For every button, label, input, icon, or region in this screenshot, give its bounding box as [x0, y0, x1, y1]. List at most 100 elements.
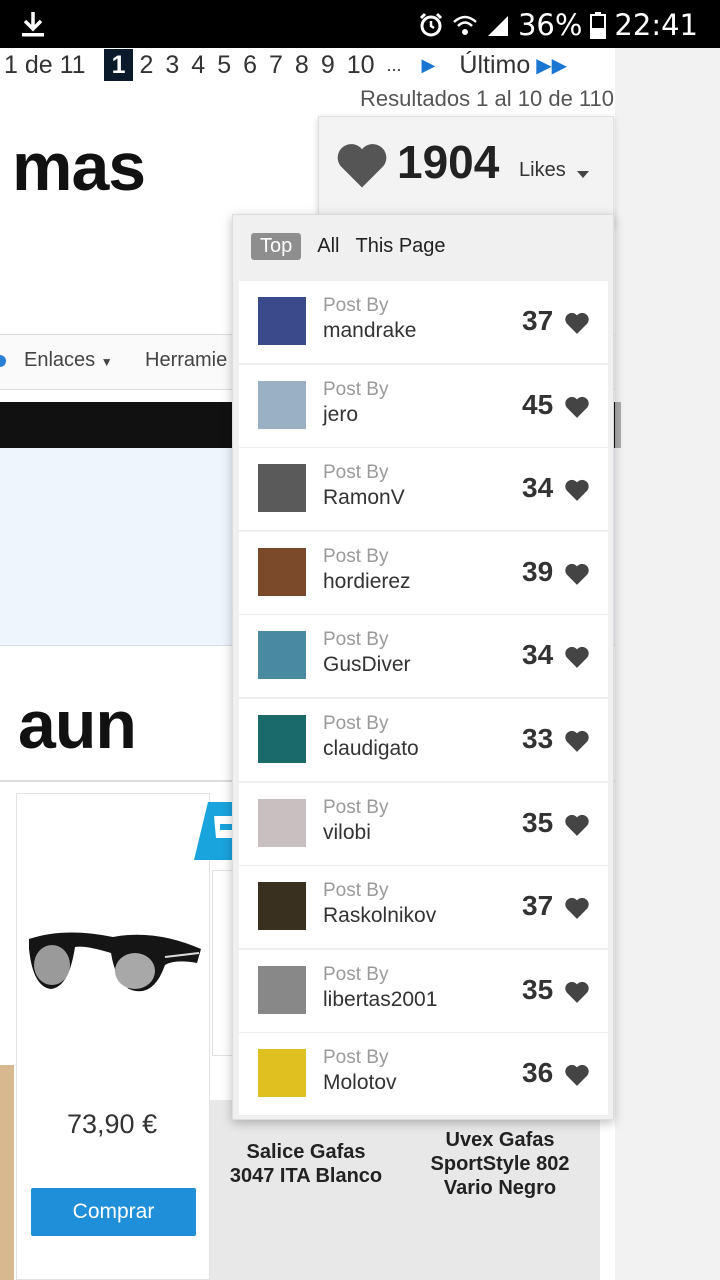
username[interactable]: Raskolnikov: [323, 904, 436, 928]
likes-tabs: Top All This Page: [251, 231, 446, 261]
tab-this-page[interactable]: This Page: [355, 235, 445, 258]
signal-icon: [487, 16, 508, 36]
like-count: 37: [522, 890, 554, 922]
like-count: 39: [522, 555, 554, 587]
likes-list-item[interactable]: Post By GusDiver 34: [239, 615, 608, 699]
pagination-summary: 1 de 11: [4, 51, 86, 79]
buy-button[interactable]: Comprar: [31, 1188, 196, 1236]
page-link[interactable]: 9: [315, 49, 341, 81]
side-image: [0, 1065, 14, 1280]
likes-list-item[interactable]: Post By RamonV 34: [239, 448, 608, 532]
username[interactable]: Molotov: [323, 1071, 397, 1095]
username[interactable]: RamonV: [323, 486, 405, 510]
like-count: 33: [522, 722, 554, 754]
nav-tools-menu[interactable]: Herramie: [145, 349, 227, 372]
avatar[interactable]: [258, 380, 306, 429]
tab-all[interactable]: All: [317, 235, 339, 258]
username[interactable]: mandrake: [323, 319, 416, 343]
product-price: 73,90 €: [67, 1109, 158, 1139]
post-by-label: Post By: [323, 1047, 389, 1069]
post-by-label: Post By: [323, 963, 389, 985]
username[interactable]: libertas2001: [323, 988, 437, 1012]
alarm-icon: [419, 12, 443, 37]
heart-icon: [565, 898, 589, 919]
likes-list-item[interactable]: Post By claudigato 33: [239, 698, 608, 782]
page-link[interactable]: 2: [133, 49, 159, 81]
nav-links-menu[interactable]: Enlaces ▼: [24, 349, 113, 372]
avatar[interactable]: [258, 547, 306, 596]
likes-label: Likes: [519, 159, 566, 181]
heart-icon: [565, 981, 589, 1003]
page-gutter: [615, 48, 720, 1280]
page-current[interactable]: 1: [103, 49, 134, 81]
caret-down-icon[interactable]: [577, 171, 589, 178]
nav-dot-icon: [0, 355, 6, 367]
avatar[interactable]: [258, 631, 306, 680]
like-count: 34: [522, 472, 554, 504]
product-name[interactable]: Salice Gafas 3047 ITA Blanco: [222, 1140, 390, 1188]
clock: 22:41: [614, 8, 698, 42]
page-link[interactable]: 7: [263, 49, 289, 81]
username[interactable]: hordierez: [323, 570, 411, 594]
post-by-label: Post By: [323, 462, 389, 484]
avatar[interactable]: [258, 1049, 306, 1098]
avatar[interactable]: [258, 464, 306, 513]
post-by-label: Post By: [323, 295, 389, 316]
last-page-link[interactable]: Último ▶▶: [449, 50, 577, 80]
heart-icon: [565, 396, 589, 418]
wifi-icon: [453, 15, 477, 35]
heart-icon: [565, 647, 589, 669]
avatar[interactable]: [258, 965, 306, 1014]
likes-list-item[interactable]: Post By jero 45: [239, 364, 608, 448]
username[interactable]: claudigato: [323, 737, 419, 761]
last-page-label: Último: [459, 50, 531, 79]
heart-icon: [565, 814, 589, 836]
next-page-icon[interactable]: ▶: [408, 49, 450, 81]
page-link[interactable]: 8: [289, 49, 315, 81]
like-count: 35: [522, 806, 554, 838]
product-card[interactable]: 73,90 € Comprar: [16, 793, 210, 1280]
likes-total: 1904: [397, 136, 500, 188]
like-count: 37: [522, 305, 554, 336]
pagination: 1 de 11 1 2 3 4 5 6 7 8 9 10 ... ▶ Últim…: [0, 48, 577, 82]
likes-list-item[interactable]: Post By Molotov 36: [239, 1033, 608, 1117]
likes-dropdown: Top All This Page Post By mandrake 37 Post …: [232, 214, 614, 1120]
double-chevron-right-icon: ▶▶: [536, 54, 567, 77]
headline-fragment: aun: [18, 687, 137, 763]
tab-top[interactable]: Top: [251, 232, 302, 260]
pagination-ellipsis: ...: [386, 55, 402, 75]
status-bar: 36% 22:41: [0, 0, 720, 48]
avatar[interactable]: [258, 798, 306, 847]
username[interactable]: jero: [323, 403, 358, 427]
nav-links-label: Enlaces: [24, 349, 96, 371]
page-link[interactable]: 5: [211, 49, 237, 81]
page-link[interactable]: 4: [185, 49, 211, 81]
username[interactable]: vilobi: [323, 821, 371, 845]
likes-list-item[interactable]: Post By Raskolnikov 37: [239, 866, 608, 950]
page-link[interactable]: 6: [237, 49, 263, 81]
likes-list: Post By mandrake 37 Post By jero 45 Post By Ram…: [239, 281, 608, 1117]
battery-percent: 36%: [517, 8, 583, 42]
post-by-label: Post By: [323, 378, 389, 400]
avatar[interactable]: [258, 297, 306, 345]
post-by-label: Post By: [323, 545, 389, 567]
likes-list-item[interactable]: Post By vilobi 35: [239, 782, 608, 866]
avatar[interactable]: [258, 714, 306, 763]
battery-icon: [590, 12, 607, 39]
heart-icon: [565, 1065, 589, 1087]
avatar[interactable]: [258, 882, 306, 931]
likes-list-item[interactable]: Post By mandrake 37: [239, 281, 608, 364]
product-name[interactable]: Uvex Gafas SportStyle 802 Vario Negro: [416, 1128, 584, 1200]
heart-icon: [565, 480, 589, 502]
page-link[interactable]: 10: [341, 49, 381, 81]
likes-list-item[interactable]: Post By hordierez 39: [239, 531, 608, 615]
like-count: 45: [522, 388, 554, 420]
scrollbar-thumb[interactable]: [615, 402, 621, 448]
caret-down-icon: ▼: [100, 355, 113, 369]
likes-list-item[interactable]: Post By libertas2001 35: [239, 949, 608, 1033]
brand-logo: [194, 802, 234, 860]
page-link[interactable]: 3: [159, 49, 185, 81]
likes-summary[interactable]: 1904 Likes: [318, 116, 614, 226]
username[interactable]: GusDiver: [323, 653, 411, 677]
heart-icon: [565, 312, 589, 334]
